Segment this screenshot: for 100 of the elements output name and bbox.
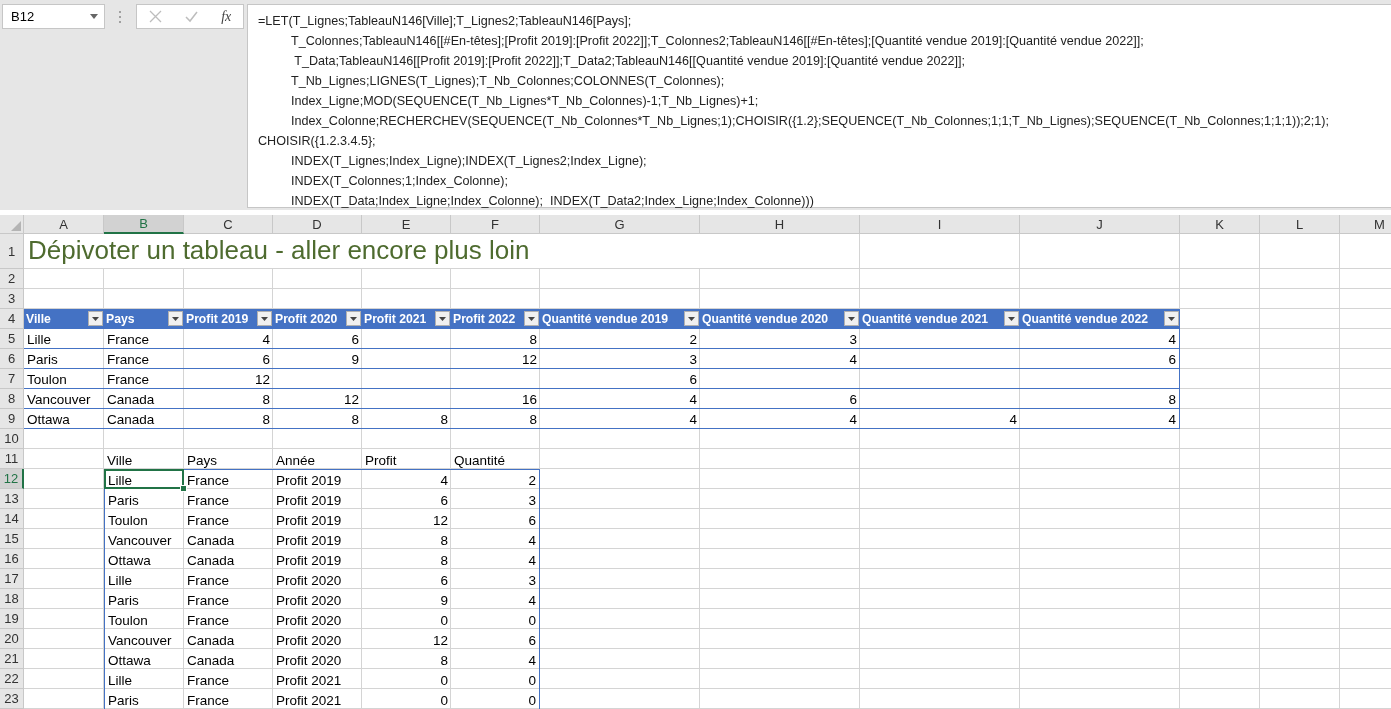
table-cell: 8 (273, 409, 362, 429)
checkmark-icon[interactable] (184, 10, 198, 23)
column-title: Profit 2022 (453, 311, 516, 326)
filter-button[interactable] (684, 311, 699, 326)
filter-button[interactable] (346, 311, 361, 326)
column-header[interactable]: L (1260, 215, 1340, 234)
column-title: Profit 2020 (275, 311, 338, 326)
column-header[interactable]: C (184, 215, 273, 234)
column-header[interactable]: M (1340, 215, 1391, 234)
dropdown-icon (688, 316, 695, 321)
filter-button[interactable] (524, 311, 539, 326)
table-cell: Toulon (24, 369, 104, 389)
column-header[interactable]: H (700, 215, 860, 234)
table-cell: 4 (540, 389, 700, 409)
row-header[interactable]: 9 (0, 409, 24, 429)
row-header[interactable]: 7 (0, 369, 24, 389)
table-cell: Canada (104, 409, 184, 429)
filter-button[interactable] (257, 311, 272, 326)
filter-button[interactable] (435, 311, 450, 326)
column-title: Quantité vendue 2020 (702, 311, 828, 326)
row-header[interactable]: 8 (0, 389, 24, 409)
row-header[interactable]: 10 (0, 429, 24, 449)
table-cell: 8 (184, 389, 273, 409)
dropdown-icon[interactable] (90, 14, 98, 19)
table-cell: 12 (451, 349, 540, 369)
column-title: Profit 2021 (364, 311, 427, 326)
column-header[interactable]: I (860, 215, 1020, 234)
row-header[interactable]: 3 (0, 289, 24, 309)
table-cell: Vancouver (24, 389, 104, 409)
row-header[interactable]: 23 (0, 689, 24, 709)
formula-field[interactable] (247, 4, 1391, 208)
active-cell: Lille (104, 469, 184, 489)
row-header[interactable]: 17 (0, 569, 24, 589)
table-cell-text: France (186, 672, 231, 689)
filter-button[interactable] (88, 311, 103, 326)
table-cell: 3 (700, 329, 860, 349)
table-cell: 3 (451, 489, 540, 509)
column-title: Pays (186, 452, 218, 469)
table-cell: 8 (362, 409, 451, 429)
column-header[interactable]: F (451, 215, 540, 234)
filter-button[interactable] (1164, 311, 1179, 326)
insert-function-button[interactable]: fx (221, 8, 232, 25)
table-cell: 4 (860, 409, 1020, 429)
dropdown-icon (528, 316, 535, 321)
column-title: Quantité vendue 2022 (1022, 311, 1148, 326)
column-header[interactable]: G (540, 215, 700, 234)
formula-line: =LET(T_Lignes;TableauN146[Ville];T_Lignes2;TableauN146[Pays]; (258, 13, 633, 30)
row-header[interactable]: 15 (0, 529, 24, 549)
row-header[interactable]: 12 (0, 469, 24, 489)
table-cell: 4 (451, 549, 540, 569)
table-cell: France (104, 329, 184, 349)
table-cell: 16 (451, 389, 540, 409)
table-cell: 12 (184, 369, 273, 389)
row-header[interactable]: 16 (0, 549, 24, 569)
table-cell: 4 (451, 529, 540, 549)
row-header[interactable]: 1 (0, 234, 24, 269)
table-cell: 6 (540, 369, 700, 389)
dropdown-icon (1008, 316, 1015, 321)
row-header[interactable]: 11 (0, 449, 24, 469)
column-header[interactable]: E (362, 215, 451, 234)
column-header[interactable]: A (24, 215, 104, 234)
table-cell: Toulon (104, 609, 184, 629)
table-cell: 2 (540, 329, 700, 349)
table-cell: 6 (451, 509, 540, 529)
table-cell-text: Canada (186, 532, 236, 549)
table-cell: 3 (451, 569, 540, 589)
row-header[interactable]: 21 (0, 649, 24, 669)
row-header[interactable]: 19 (0, 609, 24, 629)
table-cell: Lille (104, 569, 184, 589)
column-header[interactable]: J (1020, 215, 1180, 234)
table-cell: 4 (451, 589, 540, 609)
row-header[interactable]: 22 (0, 669, 24, 689)
row-header[interactable]: 6 (0, 349, 24, 369)
table-cell-text: France (186, 492, 231, 509)
filter-button[interactable] (1004, 311, 1019, 326)
fill-handle[interactable] (180, 485, 187, 492)
table-cell: Vancouver (104, 529, 184, 549)
row-header[interactable]: 13 (0, 489, 24, 509)
column-header[interactable]: D (273, 215, 362, 234)
table-cell: France (104, 369, 184, 389)
table-cell-text: Canada (186, 652, 236, 669)
dropdown-icon (172, 316, 179, 321)
filter-button[interactable] (168, 311, 183, 326)
name-box[interactable]: B12 (2, 4, 105, 29)
formula-line: INDEX(T_Lignes;Index_Ligne);INDEX(T_Lignes2;Index_Ligne); (290, 153, 648, 170)
column-title: Pays (106, 311, 135, 326)
row-header[interactable]: 18 (0, 589, 24, 609)
table-cell: 6 (273, 329, 362, 349)
table-cell-text: 0 (439, 692, 449, 709)
filter-button[interactable] (844, 311, 859, 326)
column-header[interactable]: K (1180, 215, 1260, 234)
row-header[interactable]: 5 (0, 329, 24, 349)
cell-reference: B12 (11, 9, 35, 24)
column-title: Ville (26, 311, 51, 326)
column-header[interactable]: B (104, 215, 184, 234)
row-header[interactable]: 2 (0, 269, 24, 289)
row-header[interactable]: 4 (0, 309, 24, 329)
table-cell-text: Profit 2019 (275, 552, 343, 569)
row-header[interactable]: 14 (0, 509, 24, 529)
row-header[interactable]: 20 (0, 629, 24, 649)
